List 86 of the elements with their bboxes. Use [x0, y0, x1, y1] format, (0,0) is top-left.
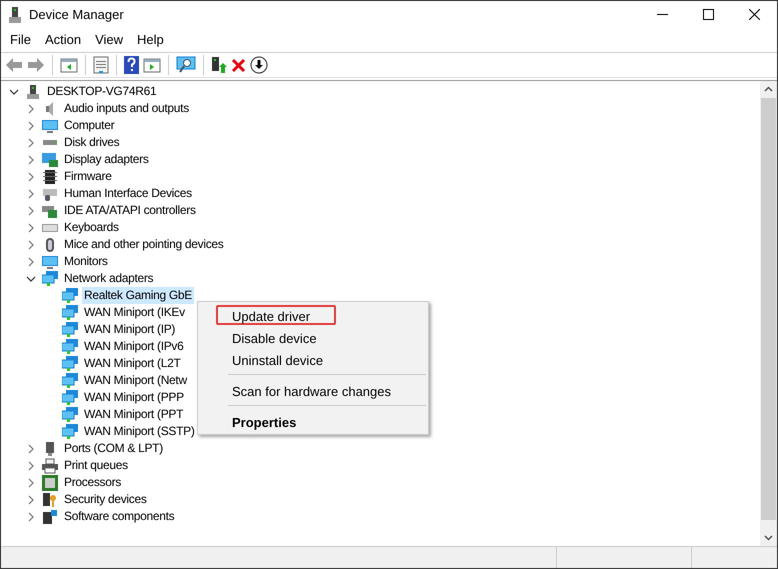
maximize-icon [702, 9, 714, 20]
window-title: Device Manager [29, 6, 124, 24]
down-arrow-circle-icon[interactable] [250, 56, 268, 74]
expand-chevron-icon[interactable] [26, 478, 36, 488]
tree-item[interactable]: Monitors [62, 253, 110, 270]
tree-item[interactable]: WAN Miniport (Netw [82, 372, 189, 389]
software-icon [42, 508, 58, 524]
expand-chevron-icon[interactable] [26, 240, 36, 250]
action-pane-icon[interactable] [143, 57, 161, 73]
expand-chevron-icon[interactable] [26, 256, 36, 266]
help-icon[interactable] [124, 56, 139, 74]
monitor-magnifier-icon[interactable] [176, 56, 196, 74]
expand-chevron-icon[interactable] [26, 154, 36, 164]
tree-item[interactable]: WAN Miniport (IP) [82, 321, 178, 338]
context-menu-item[interactable]: Update driver [216, 305, 336, 325]
tree-item[interactable]: Computer [62, 117, 116, 134]
collapse-chevron-icon[interactable] [9, 86, 19, 96]
expand-chevron-icon[interactable] [26, 138, 36, 148]
expand-chevron-icon[interactable] [26, 206, 36, 216]
network-icon [42, 270, 58, 286]
expand-chevron-icon[interactable] [26, 444, 36, 454]
scrollbar-thumb[interactable] [761, 98, 776, 520]
network-icon [62, 406, 78, 422]
network-icon [62, 390, 78, 406]
collapse-chevron-icon[interactable] [26, 274, 36, 284]
tree-item[interactable]: Realtek Gaming GbE [82, 287, 194, 304]
tree-item[interactable]: WAN Miniport (PPT [82, 406, 186, 423]
network-icon [62, 338, 78, 354]
tree-item[interactable]: Network adapters [62, 270, 156, 287]
printer-icon [42, 458, 58, 474]
expand-chevron-icon[interactable] [26, 172, 36, 182]
network-icon [62, 424, 78, 440]
context-menu-item[interactable]: Scan for hardware changes [216, 380, 407, 400]
tree-item[interactable]: Security devices [62, 491, 149, 508]
scrollbar[interactable] [760, 81, 777, 546]
tree-item[interactable]: Processors [62, 474, 124, 491]
network-icon [62, 372, 78, 388]
display-adapter-icon [42, 152, 58, 168]
expand-chevron-icon[interactable] [26, 460, 36, 470]
tree-item[interactable]: Audio inputs and outputs [62, 100, 191, 117]
menu-item[interactable]: Help [130, 30, 171, 50]
console-tree-icon[interactable] [60, 57, 78, 73]
disk-drive-icon [42, 140, 58, 145]
tree-item[interactable]: Print queues [62, 457, 130, 474]
processor-icon [42, 474, 58, 490]
tree-item[interactable]: Disk drives [62, 134, 122, 151]
context-menu-item[interactable]: Uninstall device [216, 349, 340, 369]
expand-chevron-icon[interactable] [26, 512, 36, 522]
network-icon [62, 322, 78, 338]
tree-item[interactable]: IDE ATA/ATAPI controllers [62, 202, 198, 219]
expand-chevron-icon[interactable] [26, 188, 36, 198]
menu-item[interactable]: Action [38, 30, 88, 50]
close-icon [748, 9, 760, 20]
context-menu-item[interactable]: Properties [216, 411, 312, 431]
network-icon [62, 288, 78, 304]
tree-item[interactable]: Firmware [62, 168, 114, 185]
network-icon [62, 304, 78, 320]
close-icon[interactable] [231, 58, 246, 72]
tree-item[interactable]: WAN Miniport (SSTP) [82, 423, 197, 440]
tree-item[interactable]: DESKTOP-VG74R61 [45, 83, 158, 100]
app-icon [8, 6, 22, 22]
expand-chevron-icon[interactable] [26, 494, 36, 504]
tree-item[interactable]: WAN Miniport (L2T [82, 355, 182, 372]
tree-item[interactable]: Software components [62, 508, 176, 525]
tree-item[interactable]: Keyboards [62, 219, 121, 236]
chip-icon [42, 168, 58, 184]
tree-item[interactable]: Ports (COM & LPT) [62, 440, 165, 457]
key-device-icon [42, 492, 58, 508]
computer-icon [25, 84, 41, 100]
monitor-icon [42, 254, 58, 270]
tree-item[interactable]: WAN Miniport (PPP [82, 389, 186, 406]
expand-chevron-icon[interactable] [26, 120, 36, 130]
tree-item[interactable]: Display adapters [62, 151, 151, 168]
menu-item[interactable]: File [3, 30, 38, 50]
expand-chevron-icon[interactable] [26, 222, 36, 232]
tree-item[interactable]: Human Interface Devices [62, 185, 194, 202]
properties-icon[interactable] [93, 56, 109, 74]
tree-item[interactable]: WAN Miniport (IKEv [82, 304, 187, 321]
network-icon [62, 356, 78, 372]
tree-item[interactable]: Mice and other pointing devices [62, 236, 226, 253]
tree-item[interactable]: WAN Miniport (IPv6 [82, 338, 186, 355]
monitor-icon [42, 118, 58, 134]
expand-chevron-icon[interactable] [26, 104, 36, 114]
context-menu-item[interactable]: Disable device [216, 327, 333, 347]
menu-item[interactable]: View [88, 30, 130, 50]
update-driver-icon[interactable] [211, 56, 227, 74]
